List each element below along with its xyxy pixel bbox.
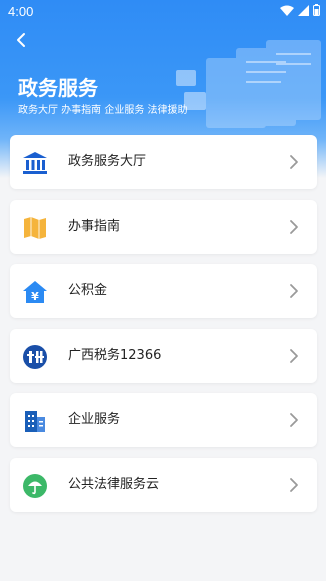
service-label: 公共法律服务云 (68, 476, 160, 492)
documents-illustration (176, 40, 321, 128)
service-list: 政务服务大厅 办事指南 ¥ 公积金 广西税务12366 企业服务 公共法律服务云 (10, 135, 317, 522)
government-hall-icon (23, 152, 47, 174)
service-item-housing-fund[interactable]: ¥ 公积金 (10, 264, 317, 318)
back-button[interactable] (12, 30, 32, 50)
chevron-right-icon (290, 155, 298, 169)
service-item-enterprise[interactable]: 企业服务 (10, 393, 317, 447)
service-label: 公积金 (68, 283, 108, 298)
service-item-government-hall[interactable]: 政务服务大厅 (10, 135, 317, 189)
status-icons (280, 4, 320, 16)
tax-seal-icon (23, 344, 47, 369)
service-item-tax[interactable]: 广西税务12366 (10, 328, 317, 383)
guide-map-icon (24, 216, 46, 239)
page-title: 政务服务 (18, 76, 98, 100)
chevron-right-icon (290, 284, 298, 298)
umbrella-icon (23, 473, 47, 498)
service-label: 政务服务大厅 (68, 154, 147, 169)
house-fund-icon: ¥ (23, 281, 47, 303)
chevron-right-icon (290, 413, 298, 427)
service-label: 广西税务12366 (68, 347, 162, 363)
signal-icon (298, 4, 309, 16)
service-item-legal-cloud[interactable]: 公共法律服务云 (10, 457, 317, 512)
page-subtitle: 政务大厅 办事指南 企业服务 法律援助 (18, 105, 188, 116)
svg-text:¥: ¥ (31, 290, 39, 303)
wifi-icon (280, 5, 294, 16)
service-item-guide[interactable]: 办事指南 (10, 199, 317, 254)
chevron-right-icon (290, 477, 298, 492)
chevron-right-icon (290, 348, 298, 363)
status-bar: 4:00 (0, 0, 326, 24)
status-time: 4:00 (8, 4, 34, 19)
service-label: 企业服务 (68, 412, 121, 427)
building-icon (25, 411, 45, 432)
battery-icon (313, 4, 320, 16)
service-label: 办事指南 (68, 218, 121, 234)
chevron-right-icon (290, 219, 298, 234)
chevron-left-icon (17, 33, 25, 47)
